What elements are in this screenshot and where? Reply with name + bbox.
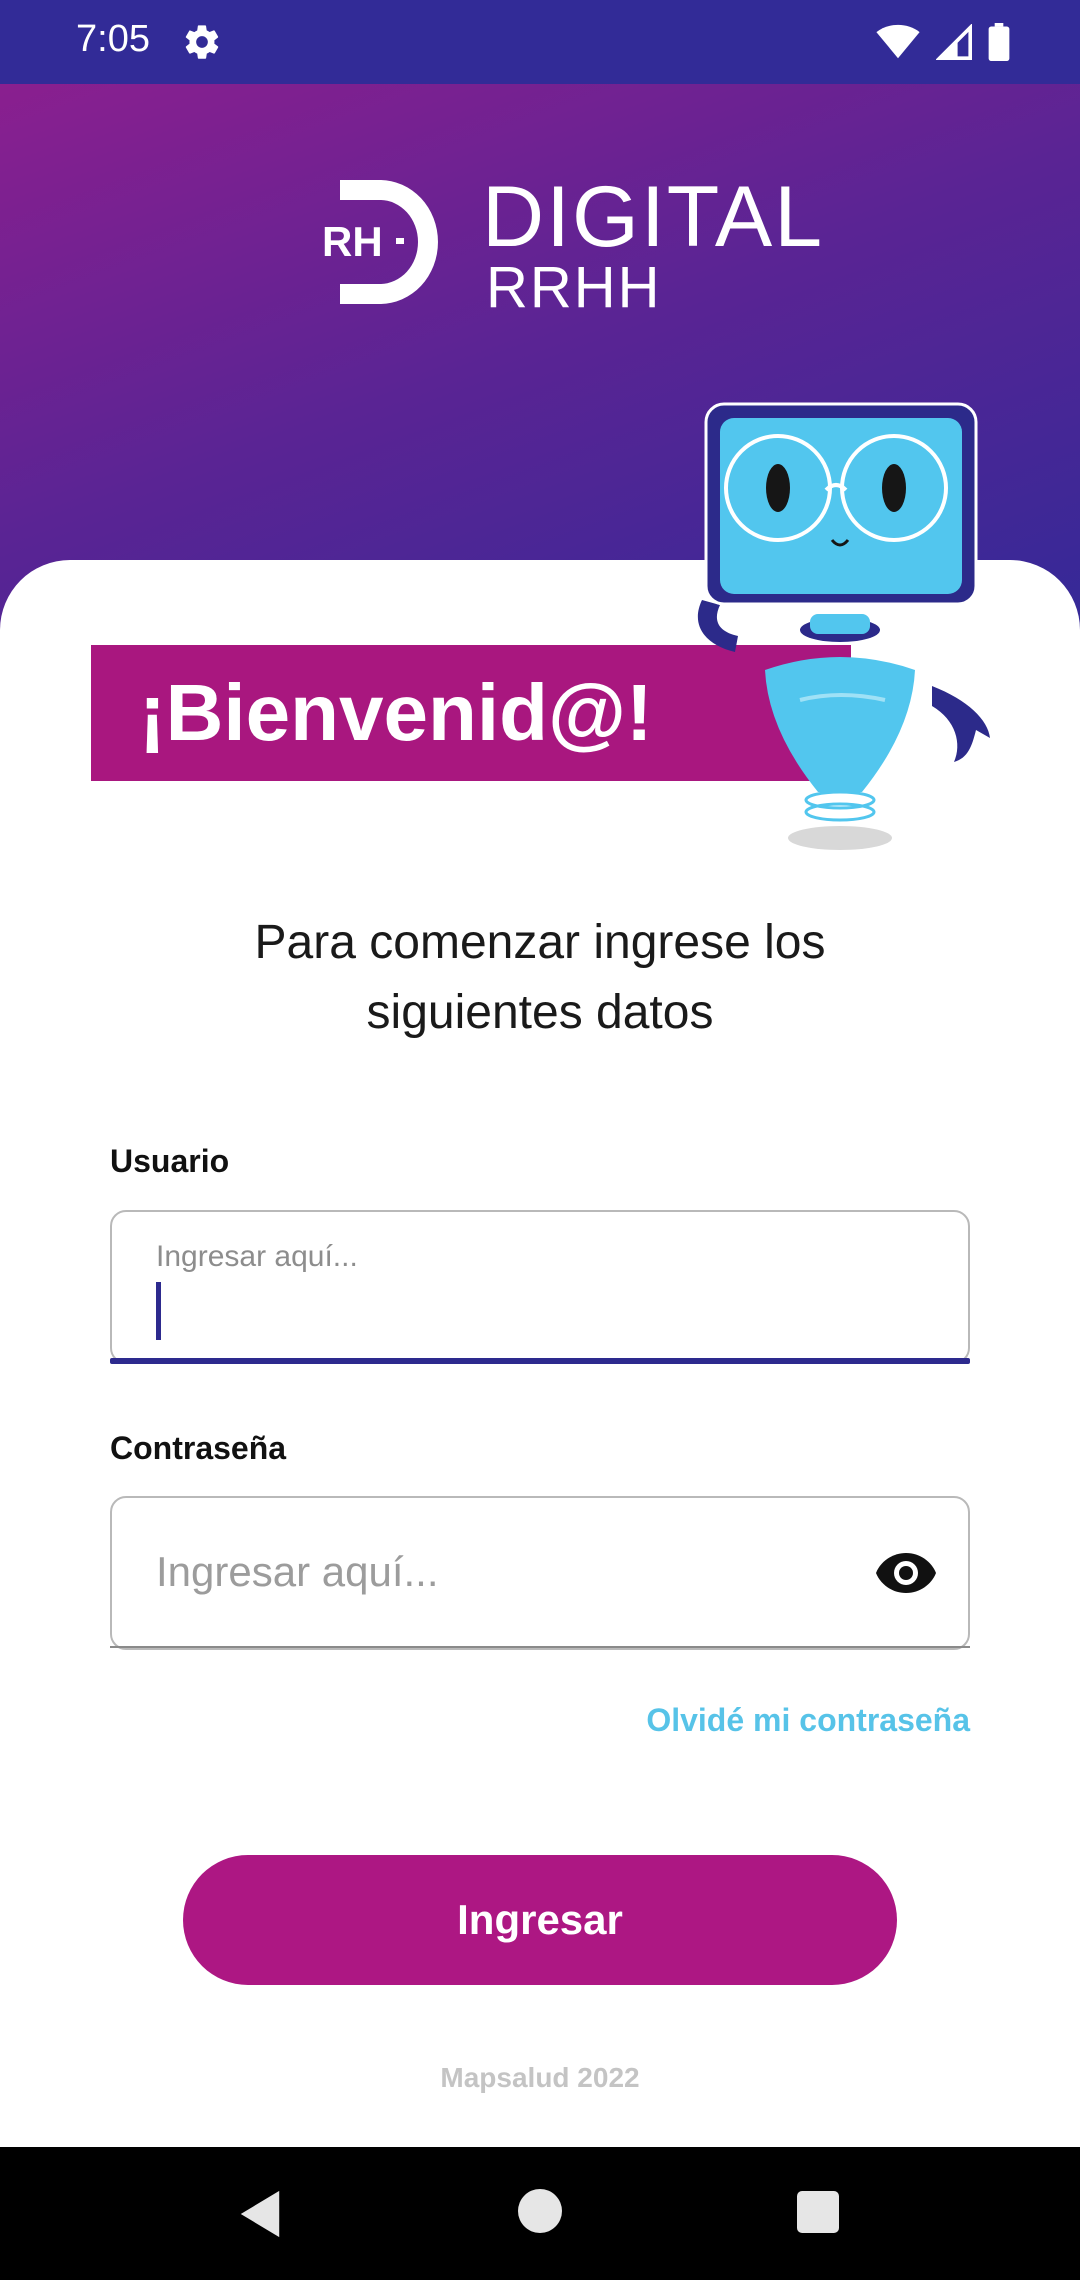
back-icon[interactable] [236, 2189, 284, 2239]
signal-icon [936, 24, 972, 60]
user-input-placeholder: Ingresar aquí... [156, 1240, 358, 1273]
password-input[interactable]: Ingresar aquí... [110, 1496, 970, 1650]
battery-icon [988, 23, 1010, 61]
password-input-underline [110, 1646, 970, 1648]
forgot-password-link[interactable]: Olvidé mi contraseña [646, 1702, 970, 1739]
wifi-icon [876, 24, 920, 59]
footer-copyright: Mapsalud 2022 [440, 2062, 640, 2093]
logo-mark: RH [322, 180, 438, 304]
intro-text: Para comenzar ingrese los siguientes dat… [254, 916, 826, 1039]
robot-mascot-illustration [697, 402, 990, 850]
eye-icon[interactable] [874, 1548, 938, 1598]
password-label: Contraseña [110, 1430, 287, 1466]
logo-subtitle: RRHH [486, 255, 662, 320]
welcome-title: ¡Bienvenid@! [139, 668, 653, 757]
user-label: Usuario [110, 1143, 230, 1179]
user-input[interactable]: Ingresar aquí... [110, 1210, 970, 1364]
status-icons [876, 22, 1010, 62]
user-input-focus-underline [110, 1358, 970, 1364]
logo-mark-text: RH [322, 218, 383, 265]
password-input-placeholder: Ingresar aquí... [156, 1548, 439, 1595]
status-bar: 7:05 [0, 0, 1080, 84]
login-button[interactable]: Ingresar [183, 1855, 897, 1985]
text-cursor [156, 1282, 161, 1340]
recents-icon[interactable] [797, 2191, 839, 2233]
gear-icon [185, 25, 219, 59]
logo-title: DIGITAL [482, 169, 825, 265]
home-icon[interactable] [518, 2189, 562, 2233]
status-time: 7:05 [76, 18, 150, 60]
system-nav-bar [0, 2147, 1080, 2280]
